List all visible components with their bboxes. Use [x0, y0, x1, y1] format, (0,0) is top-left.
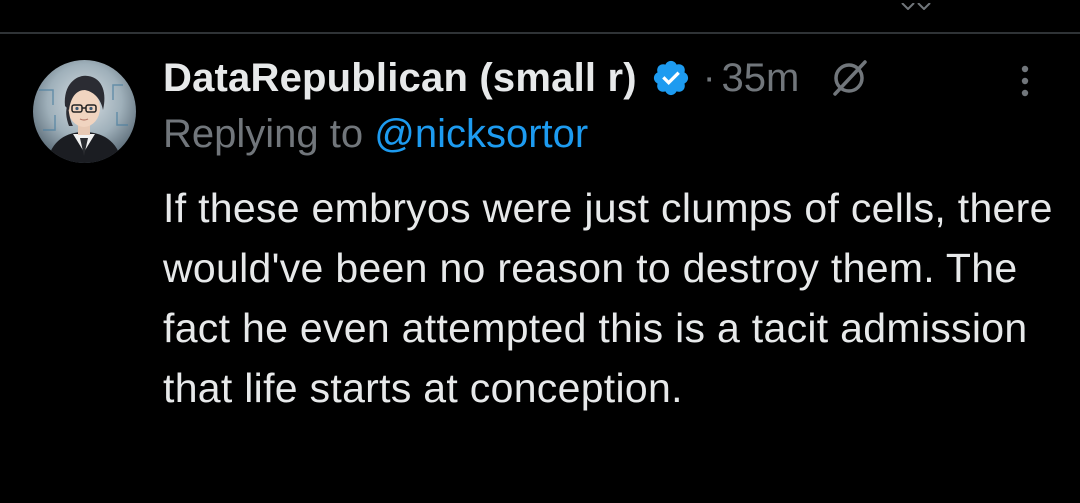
- grok-icon[interactable]: [827, 56, 871, 100]
- display-name[interactable]: DataRepublican (small r): [163, 56, 637, 101]
- tweet-text: If these embryos were just clumps of cel…: [163, 185, 1053, 411]
- timestamp[interactable]: 35m: [721, 56, 799, 101]
- top-action-icon-partial: [898, 0, 932, 10]
- avatar[interactable]: [33, 60, 136, 163]
- verified-badge-icon[interactable]: [651, 58, 691, 98]
- mention-link[interactable]: @nicksortor: [374, 112, 588, 156]
- replying-prefix: Replying to: [163, 112, 364, 156]
- more-vertical-icon[interactable]: [1012, 64, 1038, 98]
- separator-dot: ·: [702, 56, 716, 99]
- replying-to-line: Replying to @nicksortor: [163, 112, 588, 157]
- tweet-header: DataRepublican (small r) · 35m: [163, 50, 871, 106]
- top-divider: [0, 32, 1080, 34]
